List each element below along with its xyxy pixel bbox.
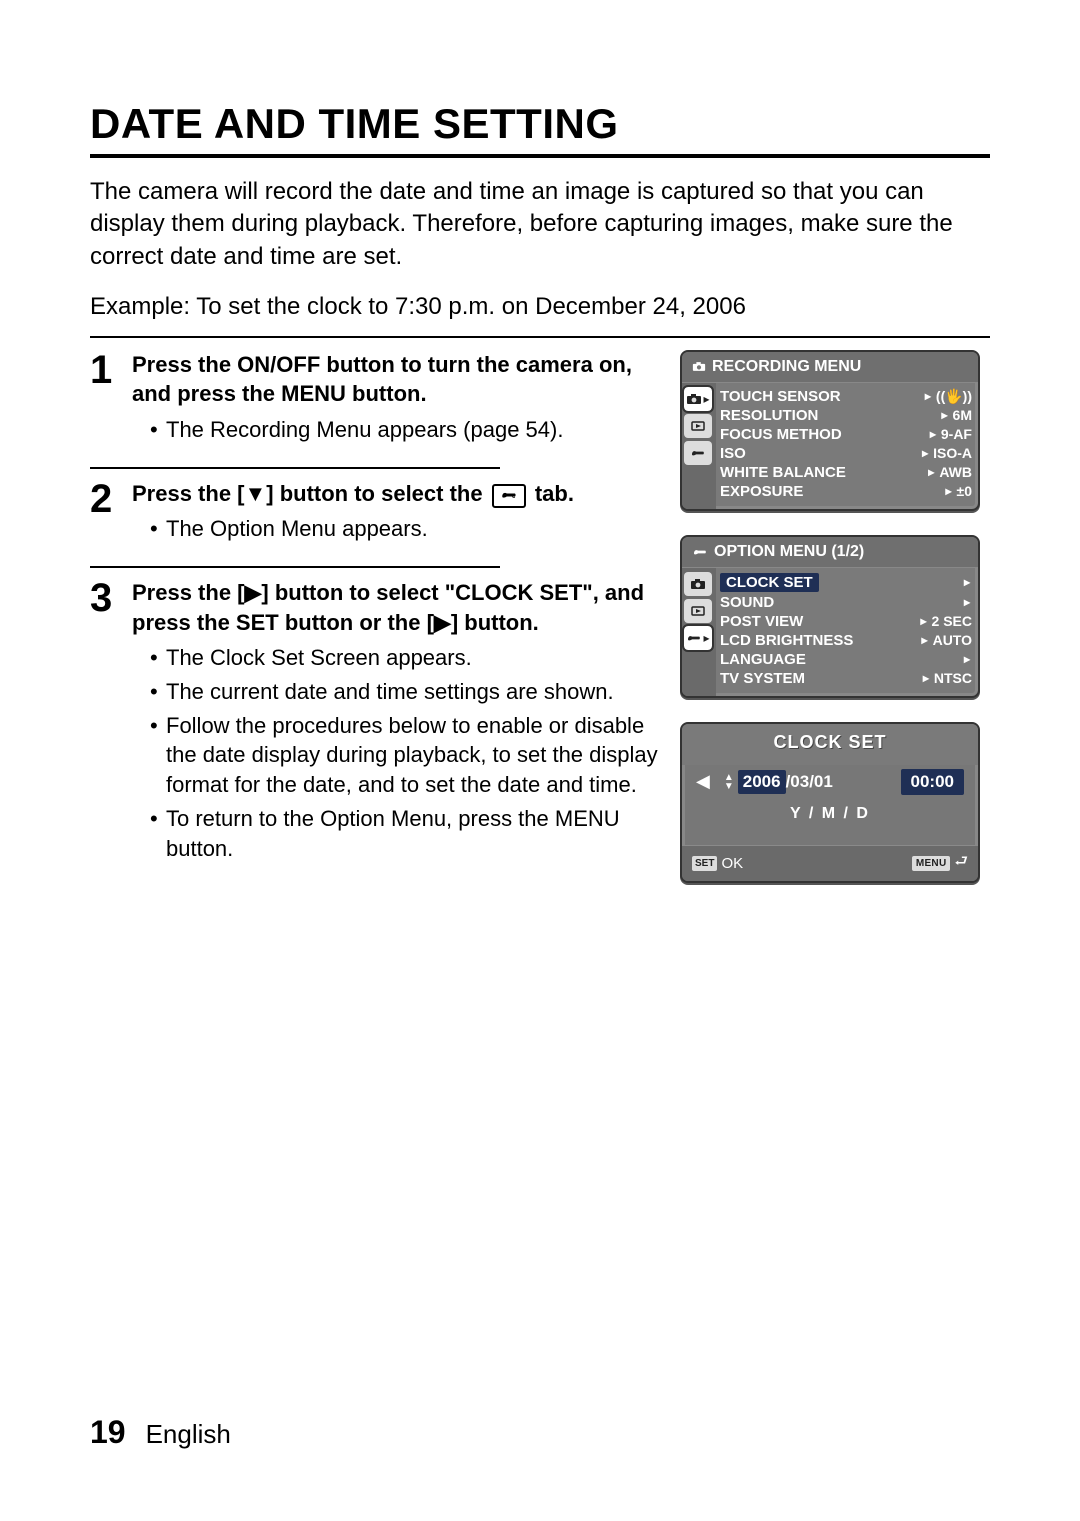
step-2-bullet: The Option Menu appears.: [150, 514, 660, 544]
clock-set-date: ▲▼ 2006/03/01: [720, 770, 891, 794]
divider: [90, 336, 990, 338]
recording-menu-screenshot: RECORDING MENU ▸ TOUCH SENSOR ▸((🖐)) RES…: [680, 350, 980, 511]
example-line: Example: To set the clock to 7:30 p.m. o…: [90, 291, 990, 323]
clock-set-format: Y / M / D: [696, 805, 964, 823]
menu-label: WHITE BALANCE: [720, 464, 846, 481]
page-footer: 19 English: [90, 1414, 231, 1451]
menu-value: ±0: [957, 483, 972, 499]
divider: [90, 566, 500, 568]
menu-return-badge: MENU ⮐: [912, 851, 968, 876]
page-language: English: [146, 1419, 231, 1450]
option-menu-screenshot: OPTION MENU (1/2) ▸ CLOCK SET ▸ SOUND ▸: [680, 535, 980, 698]
left-arrow-icon: ◀: [696, 771, 710, 792]
menu-label: LCD BRIGHTNESS: [720, 632, 853, 649]
menu-label: FOCUS METHOD: [720, 426, 842, 443]
intro-paragraph: The camera will record the date and time…: [90, 176, 990, 273]
ok-label: OK: [721, 855, 743, 872]
step-2: 2 Press the [▼] button to select the c t…: [90, 479, 680, 548]
set-label: SET: [692, 856, 717, 871]
sensor-icon: ((🖐)): [936, 388, 972, 405]
step-1-heading: Press the ON/OFF button to turn the came…: [132, 350, 660, 409]
tab-setup-icon: [684, 441, 712, 465]
divider: [90, 467, 500, 469]
set-ok-badge: SET OK: [692, 855, 743, 872]
clock-set-date-rest: /03/01: [786, 772, 833, 792]
step-3-bullet: The Clock Set Screen appears.: [150, 643, 660, 673]
menu-label: RESOLUTION: [720, 407, 818, 424]
option-menu-title: OPTION MENU (1/2): [714, 543, 864, 561]
recording-menu-title: RECORDING MENU: [712, 358, 861, 376]
menu-item-sound: SOUND ▸: [720, 593, 972, 612]
menu-item-resolution: RESOLUTION ▸6M: [720, 406, 972, 425]
menu-item-white-balance: WHITE BALANCE ▸AWB: [720, 463, 972, 482]
menu-label: MENU: [912, 856, 951, 871]
menu-item-focus-method: FOCUS METHOD ▸9-AF: [720, 425, 972, 444]
menu-value: 2 SEC: [932, 613, 972, 629]
menu-label: ISO: [720, 445, 746, 462]
tab-setup-icon: ▸: [684, 626, 712, 650]
menu-item-clock-set: CLOCK SET ▸: [720, 572, 972, 593]
step-1: 1 Press the ON/OFF button to turn the ca…: [90, 350, 680, 449]
menu-item-post-view: POST VIEW ▸2 SEC: [720, 612, 972, 631]
wrench-tab-icon: c: [492, 484, 526, 508]
tab-camera-icon: [684, 572, 712, 596]
menu-label: CLOCK SET: [720, 573, 819, 592]
tab-camera-icon: ▸: [684, 387, 712, 411]
step-1-bullet: The Recording Menu appears (page 54).: [150, 415, 660, 445]
menu-item-iso: ISO ▸ISO-A: [720, 444, 972, 463]
step-number: 3: [90, 578, 132, 618]
menu-value: NTSC: [934, 670, 972, 686]
menu-item-tv-system: TV SYSTEM ▸NTSC: [720, 669, 972, 688]
step-3-bullet: To return to the Option Menu, press the …: [150, 804, 660, 863]
menu-label: EXPOSURE: [720, 483, 803, 500]
step-number: 2: [90, 479, 132, 519]
tab-playback-icon: [684, 414, 712, 438]
menu-label: POST VIEW: [720, 613, 803, 630]
menu-label: SOUND: [720, 594, 774, 611]
menu-item-touch-sensor: TOUCH SENSOR ▸((🖐)): [720, 387, 972, 406]
step-3-bullet: Follow the procedures below to enable or…: [150, 711, 660, 800]
step-2-heading-prefix: Press the [▼] button to select the: [132, 481, 489, 506]
clock-set-title: CLOCK SET: [682, 724, 978, 765]
menu-label: TV SYSTEM: [720, 670, 805, 687]
menu-value: 9-AF: [941, 426, 972, 442]
menu-label: LANGUAGE: [720, 651, 806, 668]
menu-value: ISO-A: [933, 445, 972, 461]
page-number: 19: [90, 1414, 126, 1451]
menu-value: AUTO: [933, 632, 972, 648]
clock-set-screenshot: CLOCK SET ◀ ▲▼ 2006/03/01 00:00 Y / M / …: [680, 722, 980, 883]
wrench-icon: [692, 546, 708, 558]
step-3-heading: Press the [▶] button to select "CLOCK SE…: [132, 578, 660, 637]
clock-set-time: 00:00: [901, 769, 964, 795]
menu-item-language: LANGUAGE ▸: [720, 650, 972, 669]
clock-set-year: 2006: [738, 770, 786, 794]
updown-icon: ▲▼: [724, 773, 734, 791]
tab-playback-icon: [684, 599, 712, 623]
step-3: 3 Press the [▶] button to select "CLOCK …: [90, 578, 680, 867]
step-2-heading-suffix: tab.: [529, 481, 574, 506]
step-2-heading: Press the [▼] button to select the c tab…: [132, 479, 660, 509]
menu-item-exposure: EXPOSURE ▸±0: [720, 482, 972, 501]
camera-icon: [692, 361, 706, 372]
step-number: 1: [90, 350, 132, 390]
menu-value: AWB: [939, 464, 972, 480]
return-icon: ⮐: [954, 851, 968, 876]
step-3-bullet: The current date and time settings are s…: [150, 677, 660, 707]
menu-item-lcd-brightness: LCD BRIGHTNESS ▸AUTO: [720, 631, 972, 650]
menu-label: TOUCH SENSOR: [720, 388, 841, 405]
page-title: DATE AND TIME SETTING: [90, 100, 990, 158]
menu-value: 6M: [953, 407, 972, 423]
